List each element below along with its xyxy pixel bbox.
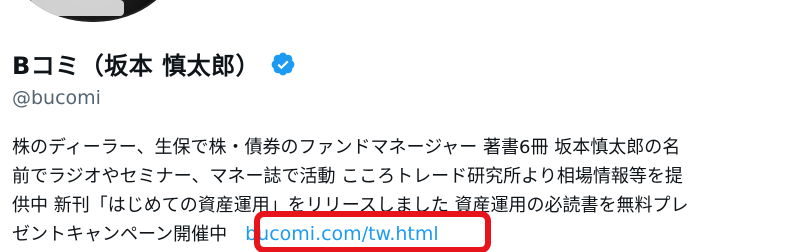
bio-line: 株のディーラー、生保で株・債券のファンドマネージャー 著書6冊 坂本慎太郎の名 (12, 137, 681, 158)
display-name-row: Bコミ（坂本 慎太郎） (12, 46, 296, 81)
annotation-highlight-box (254, 211, 491, 252)
profile-avatar[interactable] (6, 0, 180, 22)
display-name: Bコミ（坂本 慎太郎） (12, 52, 261, 80)
bio-line: 前でラジオやセミナー、マネー誌で活動 こころトレード研究所より相場情報等を提 (12, 166, 683, 187)
verified-badge-icon[interactable] (270, 51, 296, 77)
profile-handle: @bucomi (12, 87, 101, 109)
avatar-detail (28, 0, 124, 16)
bio-line: ゼントキャンペーン開催中 (12, 224, 228, 245)
